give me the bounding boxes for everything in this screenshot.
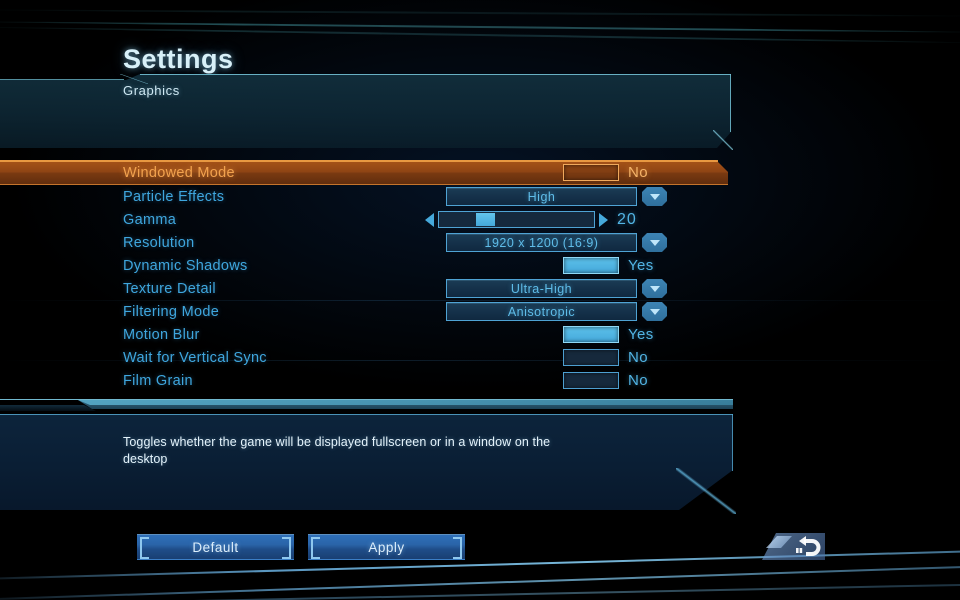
setting-label: Wait for Vertical Sync (123, 349, 267, 366)
bracket-left-decoration (311, 537, 320, 559)
dropdown-field[interactable]: Anisotropic (446, 302, 637, 321)
dropdown-open-button[interactable] (642, 302, 667, 321)
slider-track[interactable] (438, 211, 595, 228)
setting-control[interactable]: High (446, 187, 667, 206)
toggle-checkbox[interactable] (563, 349, 619, 366)
dropdown-field[interactable]: High (446, 187, 637, 206)
row-highlight-edge (0, 160, 718, 162)
setting-label: Dynamic Shadows (123, 257, 248, 274)
slider-increase-icon[interactable] (599, 212, 608, 227)
settings-row-motion-blur[interactable]: Motion Blur Yes (0, 323, 760, 346)
settings-row-wait-for-vertical-sync[interactable]: Wait for Vertical Sync No (0, 346, 760, 369)
settings-row-resolution[interactable]: Resolution 1920 x 1200 (16:9) (0, 231, 760, 254)
dropdown-field[interactable]: Ultra-High (446, 279, 637, 298)
settings-row-film-grain[interactable]: Film Grain No (0, 369, 760, 392)
setting-label: Resolution (123, 234, 195, 251)
description-text: Toggles whether the game will be display… (123, 435, 551, 466)
section-label: Graphics (123, 83, 180, 98)
setting-control[interactable]: Yes (563, 326, 654, 343)
setting-label: Filtering Mode (123, 303, 220, 320)
chevron-down-icon (649, 308, 660, 315)
toggle-checkbox[interactable] (563, 326, 619, 343)
setting-control[interactable]: No (563, 164, 648, 181)
page-title: Settings (123, 44, 234, 74)
panel-edge (0, 79, 124, 81)
divider-bar (0, 400, 733, 405)
slider-decrease-icon[interactable] (425, 212, 434, 227)
setting-control[interactable]: No (563, 372, 648, 389)
toggle-value-label: Yes (628, 326, 654, 343)
bracket-left-decoration (140, 537, 149, 559)
chevron-down-icon (649, 285, 660, 292)
toggle-checkbox[interactable] (563, 164, 619, 181)
slider[interactable]: 20 (425, 211, 637, 229)
section-panel (0, 74, 731, 148)
setting-control[interactable]: Yes (563, 257, 654, 274)
panel-edge (729, 74, 731, 132)
settings-list: Windowed Mode No Particle Effects High Gamma… (0, 160, 760, 392)
panel-edge (140, 74, 731, 76)
back-arrow-icon (796, 536, 821, 556)
setting-label: Windowed Mode (123, 164, 235, 181)
toggle-value-label: No (628, 164, 648, 181)
slider-handle[interactable] (476, 213, 496, 226)
description-panel-edge (0, 414, 733, 416)
settings-row-gamma[interactable]: Gamma 20 (0, 208, 760, 231)
apply-button[interactable]: Apply (308, 534, 465, 560)
toggle-value-label: No (628, 349, 648, 366)
divider-shadow (0, 405, 96, 411)
default-button[interactable]: Default (137, 534, 294, 560)
settings-row-texture-detail[interactable]: Texture Detail Ultra-High (0, 277, 760, 300)
description-panel-edge (731, 414, 733, 471)
setting-label: Particle Effects (123, 188, 225, 205)
settings-row-particle-effects[interactable]: Particle Effects High (0, 185, 760, 208)
setting-control[interactable]: Ultra-High (446, 279, 667, 298)
default-button-label: Default (192, 539, 239, 555)
bracket-right-decoration (282, 537, 291, 559)
dropdown-open-button[interactable] (642, 187, 667, 206)
toggle-value-label: No (628, 372, 648, 389)
setting-control[interactable]: 1920 x 1200 (16:9) (446, 233, 667, 252)
dropdown-field[interactable]: 1920 x 1200 (16:9) (446, 233, 637, 252)
settings-row-filtering-mode[interactable]: Filtering Mode Anisotropic (0, 300, 760, 323)
setting-control[interactable]: Anisotropic (446, 302, 667, 321)
bracket-right-decoration (453, 537, 462, 559)
chevron-down-icon (649, 193, 660, 200)
setting-label: Texture Detail (123, 280, 216, 297)
slider-value-label: 20 (617, 210, 637, 228)
settings-row-dynamic-shadows[interactable]: Dynamic Shadows Yes (0, 254, 760, 277)
setting-control[interactable]: No (563, 349, 648, 366)
section-divider (0, 398, 760, 414)
chevron-down-icon (649, 239, 660, 246)
dropdown-open-button[interactable] (642, 279, 667, 298)
setting-label: Gamma (123, 211, 177, 228)
toggle-checkbox[interactable] (563, 257, 619, 274)
toggle-value-label: Yes (628, 257, 654, 274)
setting-label: Motion Blur (123, 326, 200, 343)
description-panel-corner-bevel (676, 468, 736, 514)
toggle-checkbox[interactable] (563, 372, 619, 389)
setting-control[interactable]: 20 (425, 211, 637, 229)
setting-label: Film Grain (123, 372, 193, 389)
apply-button-label: Apply (368, 539, 405, 555)
settings-row-windowed-mode[interactable]: Windowed Mode No (0, 160, 760, 185)
panel-corner-bevel (713, 130, 733, 150)
dropdown-open-button[interactable] (642, 233, 667, 252)
divider-highlight (0, 399, 733, 401)
